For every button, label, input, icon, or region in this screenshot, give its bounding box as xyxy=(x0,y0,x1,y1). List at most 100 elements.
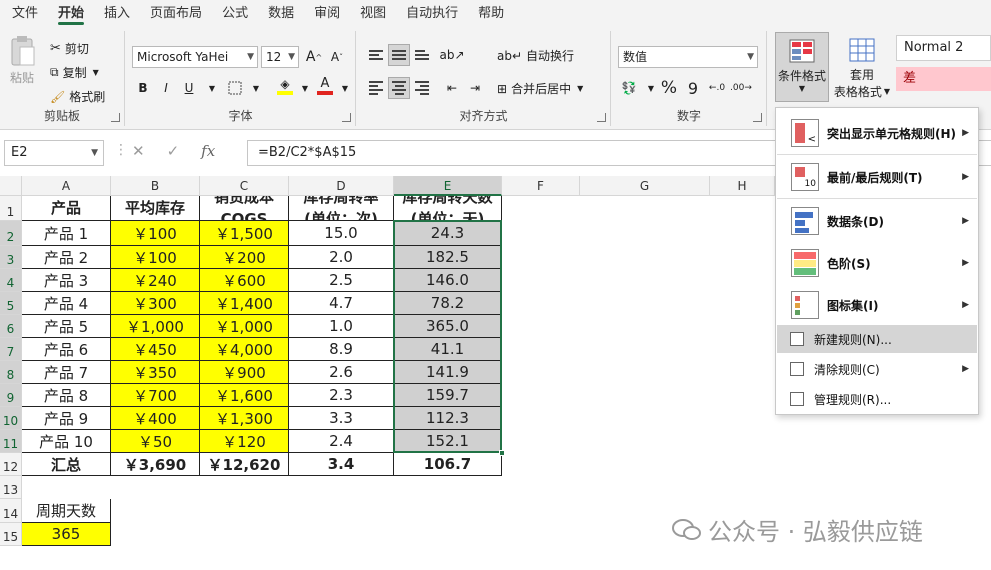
table-header-cell[interactable]: 销货成本 COGS xyxy=(200,196,289,221)
table-cell[interactable]: ￥1,300 xyxy=(200,407,289,430)
table-cell[interactable]: 产品 10 xyxy=(22,430,111,453)
select-all-corner[interactable] xyxy=(0,176,22,196)
table-cell[interactable]: ￥100 xyxy=(111,221,200,246)
table-cell[interactable]: ￥700 xyxy=(111,384,200,407)
row-header-11[interactable]: 11 xyxy=(0,430,22,453)
row-header-12[interactable]: 12 xyxy=(0,453,22,476)
wrap-text-button[interactable]: ab↵ 自动换行 xyxy=(497,47,574,64)
fill-dropdown-icon[interactable]: ▼ xyxy=(294,77,316,99)
row-header-9[interactable]: 9 xyxy=(0,384,22,407)
decrease-font-icon[interactable]: Aˇ xyxy=(326,46,348,68)
font-name-select[interactable]: Microsoft YaHei ▼ xyxy=(132,46,258,68)
tab-insert[interactable]: 插入 xyxy=(96,0,138,27)
row-header-4[interactable]: 4 xyxy=(0,269,22,292)
font-launcher-icon[interactable] xyxy=(342,113,351,122)
paste-button[interactable]: 粘贴 xyxy=(8,35,36,86)
table-cell[interactable]: ￥120 xyxy=(200,430,289,453)
total-cell[interactable]: 106.7 xyxy=(394,453,502,476)
menu-new-rule[interactable]: 新建规则(N)... xyxy=(777,325,977,353)
table-cell[interactable]: 365.0 xyxy=(394,315,502,338)
italic-button[interactable]: I xyxy=(155,77,177,99)
table-cell[interactable]: 产品 9 xyxy=(22,407,111,430)
menu-top-bottom-rules[interactable]: 10 最前/最后规则(T) ▶ xyxy=(777,158,977,196)
underline-button[interactable]: U xyxy=(178,77,200,99)
table-header-cell[interactable]: 库存周转天数 (单位：天) xyxy=(394,196,502,221)
tab-formulas[interactable]: 公式 xyxy=(214,0,256,27)
row-header-3[interactable]: 3 xyxy=(0,246,22,269)
menu-icon-sets[interactable]: 图标集(I) ▶ xyxy=(777,286,977,324)
tab-automate[interactable]: 自动执行 xyxy=(398,0,466,27)
row-header-10[interactable]: 10 xyxy=(0,407,22,430)
increase-decimal-icon[interactable]: ←.0 xyxy=(706,77,728,99)
row-header-8[interactable]: 8 xyxy=(0,361,22,384)
table-cell[interactable]: 产品 2 xyxy=(22,246,111,269)
table-cell[interactable]: 3.3 xyxy=(289,407,394,430)
underline-dropdown-icon[interactable]: ▼ xyxy=(201,77,223,99)
align-left-icon[interactable] xyxy=(365,77,387,99)
table-cell[interactable]: 2.3 xyxy=(289,384,394,407)
tab-review[interactable]: 审阅 xyxy=(306,0,348,27)
column-header-e[interactable]: E xyxy=(394,176,502,196)
align-right-icon[interactable] xyxy=(411,77,433,99)
fill-handle[interactable] xyxy=(499,450,505,456)
insert-function-button[interactable]: fx xyxy=(201,142,215,160)
tab-home[interactable]: 开始 xyxy=(50,0,92,27)
align-bottom-icon[interactable] xyxy=(411,44,433,66)
menu-data-bars[interactable]: 数据条(D) ▶ xyxy=(777,202,977,240)
table-cell[interactable]: 15.0 xyxy=(289,221,394,246)
border-icon[interactable] xyxy=(224,77,246,99)
table-cell[interactable]: ￥50 xyxy=(111,430,200,453)
decrease-indent-icon[interactable]: ⇤ xyxy=(441,77,463,99)
percent-button[interactable]: % xyxy=(658,77,680,99)
clipboard-launcher-icon[interactable] xyxy=(111,113,120,122)
table-cell[interactable]: ￥350 xyxy=(111,361,200,384)
tab-data[interactable]: 数据 xyxy=(260,0,302,27)
cell-style-normal-2[interactable]: Normal 2 xyxy=(896,35,991,61)
number-launcher-icon[interactable] xyxy=(753,113,762,122)
comma-button[interactable]: 9 xyxy=(682,77,704,99)
row-header-14[interactable]: 14 xyxy=(0,499,22,523)
table-cell[interactable]: ￥4,000 xyxy=(200,338,289,361)
format-as-table-button[interactable]: 套用 表格格式 ▼ xyxy=(832,32,892,102)
bold-button[interactable]: B xyxy=(132,77,154,99)
table-header-cell[interactable]: 产品 xyxy=(22,196,111,221)
row-header-6[interactable]: 6 xyxy=(0,315,22,338)
total-cell[interactable]: 汇总 xyxy=(22,453,111,476)
column-header-g[interactable]: G xyxy=(580,176,710,196)
copy-button[interactable]: ⧉ 复制 ▼ xyxy=(50,64,99,81)
number-format-select[interactable]: 数值 ▼ xyxy=(618,46,758,68)
row-header-7[interactable]: 7 xyxy=(0,338,22,361)
menu-manage-rules[interactable]: 管理规则(R)... xyxy=(777,385,977,413)
menu-highlight-cells-rules[interactable]: < 突出显示单元格规则(H) ▶ xyxy=(777,114,977,152)
row-header-15[interactable]: 15 xyxy=(0,523,22,546)
table-cell[interactable]: 产品 5 xyxy=(22,315,111,338)
table-cell[interactable]: 2.0 xyxy=(289,246,394,269)
row-header-13[interactable]: 13 xyxy=(0,476,22,499)
table-cell[interactable]: ￥1,000 xyxy=(200,315,289,338)
align-middle-icon[interactable] xyxy=(388,44,410,66)
table-cell[interactable]: 141.9 xyxy=(394,361,502,384)
table-cell[interactable]: 41.1 xyxy=(394,338,502,361)
tab-page-layout[interactable]: 页面布局 xyxy=(142,0,210,27)
tab-file[interactable]: 文件 xyxy=(4,0,46,27)
table-cell[interactable]: ￥1,500 xyxy=(200,221,289,246)
column-header-b[interactable]: B xyxy=(111,176,200,196)
table-cell[interactable]: ￥400 xyxy=(111,407,200,430)
border-dropdown-icon[interactable]: ▼ xyxy=(245,77,267,99)
menu-color-scales[interactable]: 色阶(S) ▶ xyxy=(777,244,977,282)
enter-check-icon[interactable]: ✓ xyxy=(167,142,180,160)
column-header-h[interactable]: H xyxy=(710,176,775,196)
font-color-dropdown-icon[interactable]: ▼ xyxy=(334,77,356,99)
table-cell[interactable]: ￥1,400 xyxy=(200,292,289,315)
column-header-a[interactable]: A xyxy=(22,176,111,196)
table-cell[interactable]: 182.5 xyxy=(394,246,502,269)
period-value-cell[interactable]: 365 xyxy=(22,523,111,546)
table-cell[interactable]: 146.0 xyxy=(394,269,502,292)
row-header-2[interactable]: 2 xyxy=(0,221,22,246)
increase-font-icon[interactable]: A ^ xyxy=(303,46,325,68)
column-header-d[interactable]: D xyxy=(289,176,394,196)
table-cell[interactable]: 2.4 xyxy=(289,430,394,453)
table-cell[interactable]: ￥600 xyxy=(200,269,289,292)
table-header-cell[interactable]: 平均库存 xyxy=(111,196,200,221)
table-cell[interactable]: 4.7 xyxy=(289,292,394,315)
